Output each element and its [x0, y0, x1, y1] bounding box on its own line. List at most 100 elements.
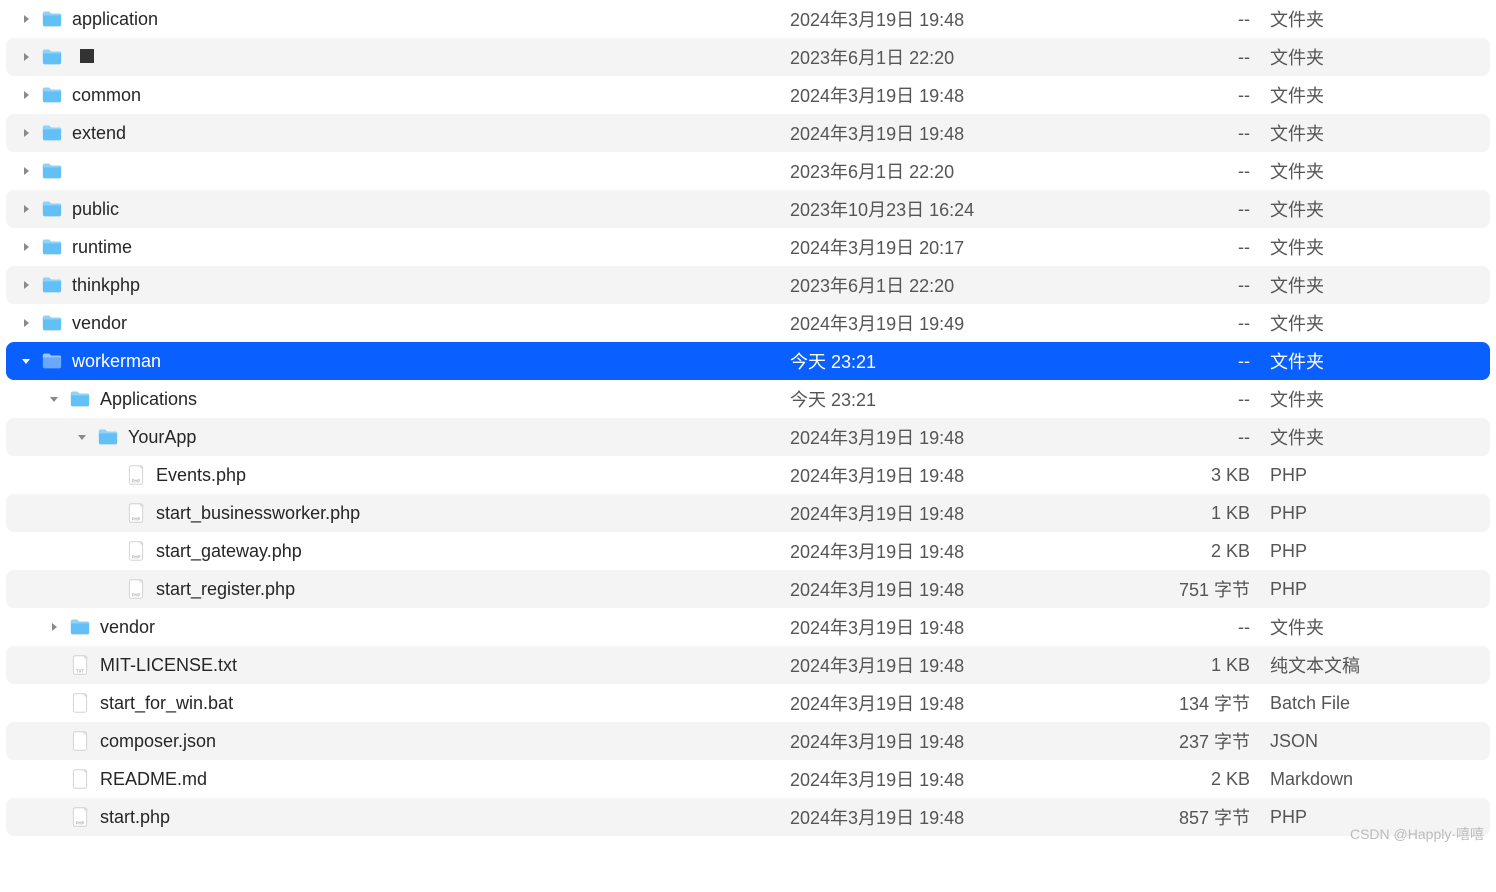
file-size: --	[1160, 237, 1270, 258]
file-name: extend	[72, 123, 790, 144]
file-name: start_gateway.php	[156, 541, 790, 562]
file-row[interactable]: extend2024年3月19日 19:48--文件夹	[6, 114, 1490, 152]
file-size: 1 KB	[1160, 503, 1270, 524]
file-date: 2024年3月19日 19:48	[790, 538, 1160, 564]
file-date: 2024年3月19日 19:48	[790, 462, 1160, 488]
file-name: composer.json	[100, 731, 790, 752]
file-kind: Markdown	[1270, 769, 1490, 790]
disclosure-right-icon[interactable]	[18, 166, 34, 176]
folder-icon	[38, 275, 66, 295]
php-file-icon: PHP	[122, 541, 150, 561]
file-size: --	[1160, 313, 1270, 334]
file-name: start_register.php	[156, 579, 790, 600]
disclosure-right-icon[interactable]	[46, 622, 62, 632]
file-kind: 文件夹	[1270, 196, 1490, 222]
file-row[interactable]: application2024年3月19日 19:48--文件夹	[6, 0, 1490, 38]
file-size: --	[1160, 617, 1270, 638]
file-icon	[66, 731, 94, 751]
file-date: 2023年6月1日 22:20	[790, 272, 1160, 298]
disclosure-right-icon[interactable]	[18, 204, 34, 214]
folder-icon	[38, 85, 66, 105]
disclosure-down-icon[interactable]	[18, 356, 34, 366]
file-row[interactable]: PHP start_businessworker.php2024年3月19日 19…	[6, 494, 1490, 532]
file-date: 2024年3月19日 19:48	[790, 690, 1160, 716]
file-name: YourApp	[128, 427, 790, 448]
file-name: workerman	[72, 351, 790, 372]
file-size: 857 字节	[1160, 804, 1270, 830]
file-row[interactable]: thinkphp2023年6月1日 22:20--文件夹	[6, 266, 1490, 304]
file-size: --	[1160, 351, 1270, 372]
file-date: 2024年3月19日 19:49	[790, 310, 1160, 336]
file-size: --	[1160, 389, 1270, 410]
file-kind: PHP	[1270, 503, 1490, 524]
file-row[interactable]: start_for_win.bat2024年3月19日 19:48134 字节B…	[6, 684, 1490, 722]
file-name: vendor	[100, 617, 790, 638]
svg-text:TXT: TXT	[76, 669, 84, 674]
file-row[interactable]: PHPstart.php2024年3月19日 19:48857 字节PHP	[6, 798, 1490, 836]
file-date: 2024年3月19日 19:48	[790, 500, 1160, 526]
file-kind: 文件夹	[1270, 386, 1490, 412]
file-name	[72, 47, 790, 68]
disclosure-down-icon[interactable]	[46, 394, 62, 404]
file-kind: 文件夹	[1270, 272, 1490, 298]
disclosure-right-icon[interactable]	[18, 318, 34, 328]
file-row[interactable]: 2023年6月1日 22:20--文件夹	[6, 152, 1490, 190]
disclosure-right-icon[interactable]	[18, 14, 34, 24]
file-size: 134 字节	[1160, 690, 1270, 716]
file-row[interactable]: TXTMIT-LICENSE.txt2024年3月19日 19:481 KB纯文…	[6, 646, 1490, 684]
folder-icon	[38, 199, 66, 219]
file-row[interactable]: runtime2024年3月19日 20:17--文件夹	[6, 228, 1490, 266]
disclosure-right-icon[interactable]	[18, 280, 34, 290]
file-row[interactable]: PHPEvents.php2024年3月19日 19:483 KBPHP	[6, 456, 1490, 494]
file-kind: 文件夹	[1270, 424, 1490, 450]
file-row[interactable]: PHPstart_gateway.php2024年3月19日 19:482 KB…	[6, 532, 1490, 570]
file-row[interactable]: README.md2024年3月19日 19:482 KBMarkdown	[6, 760, 1490, 798]
file-kind: JSON	[1270, 731, 1490, 752]
file-row[interactable]: PHPstart_register.php2024年3月19日 19:48751…	[6, 570, 1490, 608]
file-name: vendor	[72, 313, 790, 334]
file-kind: 文件夹	[1270, 158, 1490, 184]
file-icon	[66, 693, 94, 713]
folder-icon	[94, 427, 122, 447]
file-row[interactable]: common2024年3月19日 19:48--文件夹	[6, 76, 1490, 114]
file-row[interactable]: 2023年6月1日 22:20--文件夹	[6, 38, 1490, 76]
file-size: --	[1160, 199, 1270, 220]
folder-icon	[38, 237, 66, 257]
disclosure-right-icon[interactable]	[18, 128, 34, 138]
file-name: runtime	[72, 237, 790, 258]
file-kind: 文件夹	[1270, 120, 1490, 146]
file-row-selected[interactable]: workerman今天 23:21--文件夹	[6, 342, 1490, 380]
file-row[interactable]: vendor2024年3月19日 19:49--文件夹	[6, 304, 1490, 342]
file-kind: PHP	[1270, 541, 1490, 562]
file-row[interactable]: Applications今天 23:21--文件夹	[6, 380, 1490, 418]
svg-text:PHP: PHP	[132, 593, 141, 598]
file-name: Events.php	[156, 465, 790, 486]
file-kind: 纯文本文稿	[1270, 652, 1490, 678]
file-row[interactable]: composer.json2024年3月19日 19:48237 字节JSON	[6, 722, 1490, 760]
file-row[interactable]: public2023年10月23日 16:24--文件夹	[6, 190, 1490, 228]
svg-text:PHP: PHP	[76, 821, 85, 826]
file-date: 2024年3月19日 19:48	[790, 804, 1160, 830]
file-row[interactable]: YourApp2024年3月19日 19:48--文件夹	[6, 418, 1490, 456]
file-date: 2024年3月19日 19:48	[790, 6, 1160, 32]
php-file-icon: PHP	[122, 503, 150, 523]
file-row[interactable]: vendor2024年3月19日 19:48--文件夹	[6, 608, 1490, 646]
file-date: 2024年3月19日 19:48	[790, 766, 1160, 792]
folder-icon	[66, 617, 94, 637]
disclosure-right-icon[interactable]	[18, 90, 34, 100]
folder-icon	[38, 9, 66, 29]
file-kind: 文件夹	[1270, 310, 1490, 336]
file-date: 2024年3月19日 19:48	[790, 82, 1160, 108]
file-kind: 文件夹	[1270, 614, 1490, 640]
file-size: --	[1160, 9, 1270, 30]
file-name: application	[72, 9, 790, 30]
disclosure-right-icon[interactable]	[18, 52, 34, 62]
file-name: README.md	[100, 769, 790, 790]
file-list: application2024年3月19日 19:48--文件夹2023年6月1…	[0, 0, 1496, 836]
disclosure-right-icon[interactable]	[18, 242, 34, 252]
folder-icon	[38, 47, 66, 67]
file-name: start_businessworker.php	[156, 503, 790, 524]
file-date: 2024年3月19日 19:48	[790, 120, 1160, 146]
folder-icon	[38, 351, 66, 371]
disclosure-down-icon[interactable]	[74, 432, 90, 442]
